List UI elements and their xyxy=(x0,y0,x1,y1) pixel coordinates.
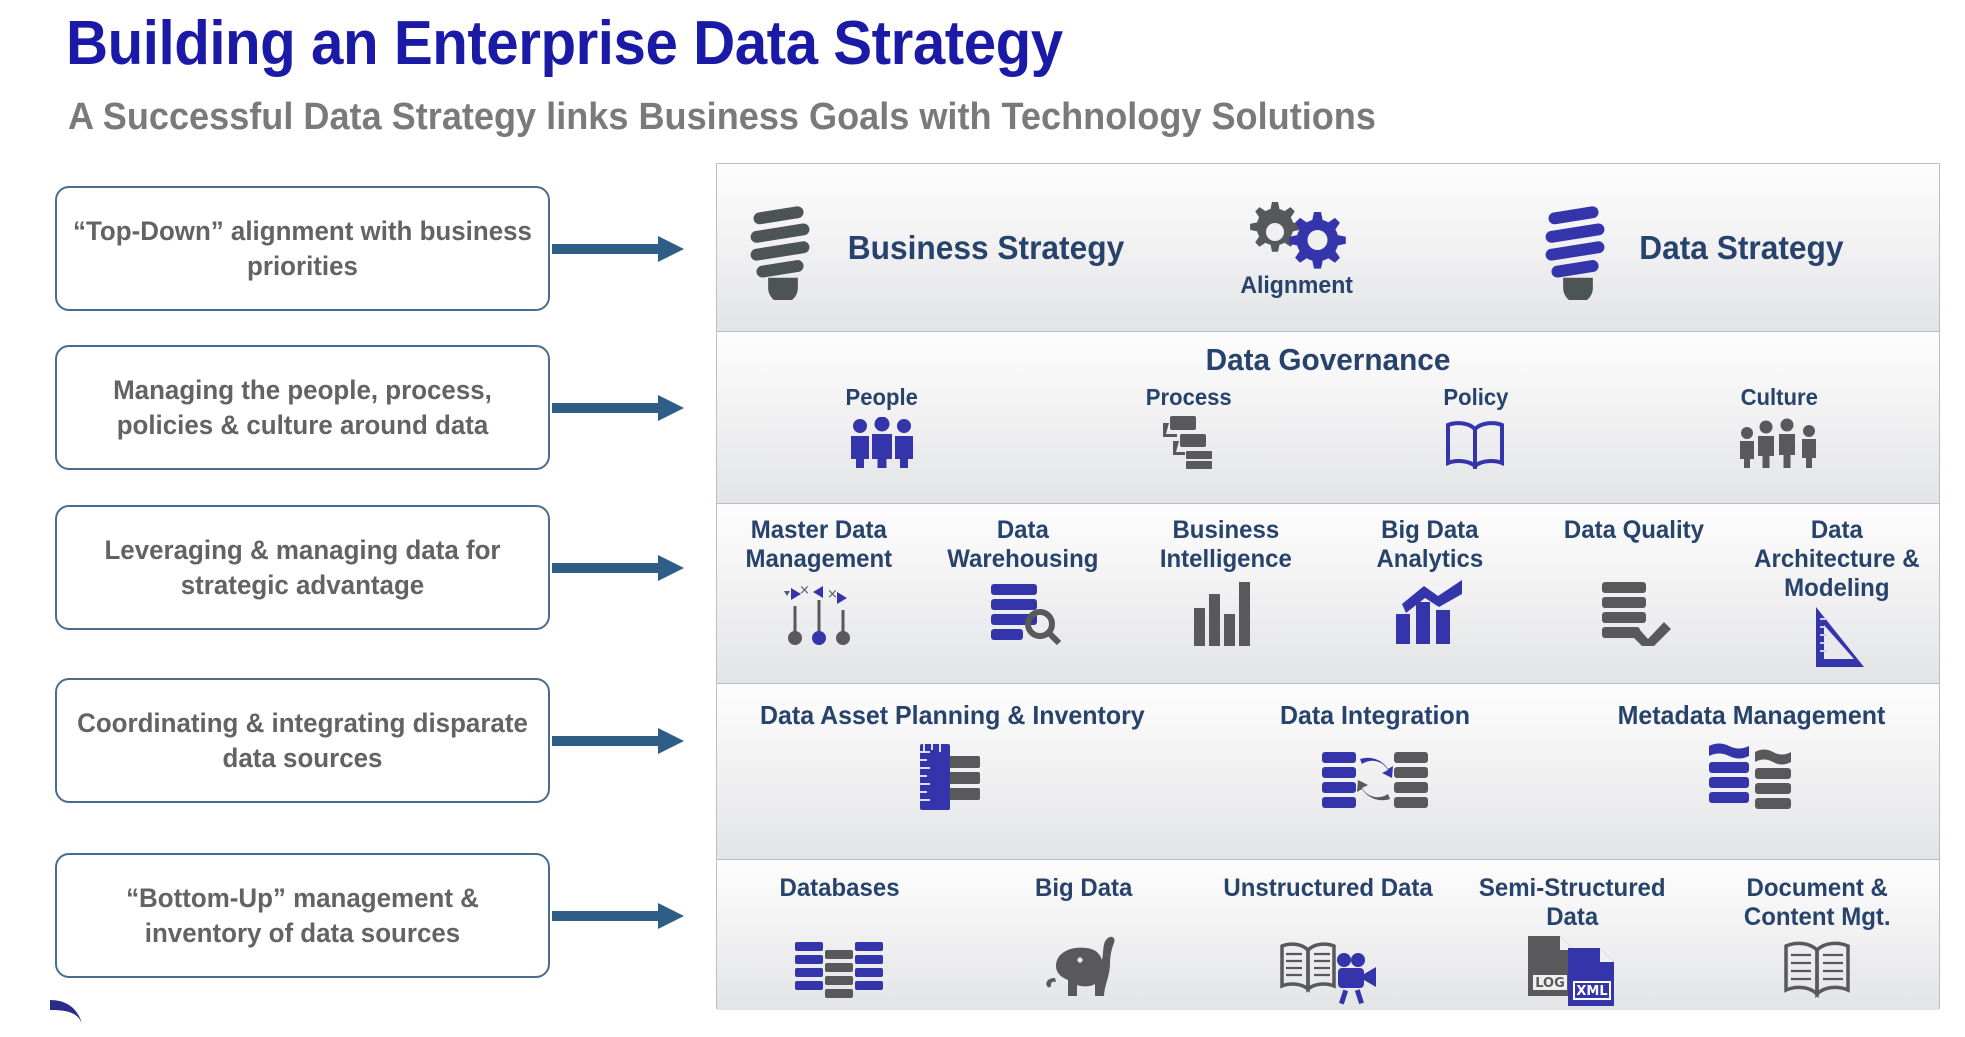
capabilities-band: Master Data Management × × Data Warehous… xyxy=(717,504,1939,684)
data-strategy-label: Data Strategy xyxy=(1638,228,1844,266)
book-video-icon xyxy=(1276,932,1380,1006)
sources-band: Databases Big Data Unstructured Data Sem… xyxy=(717,860,1939,1010)
open-book-icon xyxy=(1442,417,1508,469)
database-wave-icon xyxy=(1705,740,1797,812)
corner-logo-mark xyxy=(48,998,94,1037)
callout-box-top-down[interactable]: “Top-Down” alignment with business prior… xyxy=(55,186,550,311)
integration-label: Data Asset Planning & Inventory xyxy=(759,700,1145,730)
callout-box-governance[interactable]: Managing the people, process, policies &… xyxy=(55,345,550,470)
business-strategy-label: Business Strategy xyxy=(847,228,1125,266)
governance-label: Process xyxy=(1146,384,1233,410)
flowchart-icon xyxy=(1156,415,1222,469)
capability-label: Big Data Analytics xyxy=(1376,516,1484,573)
callout-label: “Bottom-Up” management & inventory of da… xyxy=(126,882,479,948)
callout-label: Leveraging & managing data for strategic… xyxy=(104,534,501,600)
capability-item-big-data-analytics[interactable]: Big Data Analytics xyxy=(1328,516,1532,683)
governance-band: Data Governance People Process Policy Cu… xyxy=(717,332,1939,504)
ruler-database-icon xyxy=(912,740,992,812)
capabilities-items-row: Master Data Management × × Data Warehous… xyxy=(717,504,1939,683)
integration-label: Data Integration xyxy=(1279,700,1470,730)
database-search-icon xyxy=(983,580,1063,646)
source-label: Databases xyxy=(779,874,900,902)
people-culture-icon xyxy=(1737,417,1821,469)
capability-item-data-architecture-modeling[interactable]: Data Architecture & Modeling xyxy=(1735,516,1939,683)
governance-item-process[interactable]: Process xyxy=(1046,384,1332,469)
governance-items-row: People Process Policy Culture xyxy=(717,384,1939,469)
governance-item-people[interactable]: People xyxy=(717,384,1046,469)
arrow-coordinating xyxy=(552,728,684,754)
capability-item-master-data-management[interactable]: Master Data Management × × xyxy=(717,516,921,683)
callout-label: Coordinating & integrating disparate dat… xyxy=(77,707,528,773)
network-nodes-icon: × × xyxy=(779,580,859,646)
slide-canvas: Building an Enterprise Data Strategy A S… xyxy=(0,0,1965,1024)
xml-badge-text: XML xyxy=(1577,984,1608,999)
capability-label: Business Intelligence xyxy=(1160,516,1293,573)
ruler-triangle-icon xyxy=(1802,605,1872,671)
callout-box-leveraging[interactable]: Leveraging & managing data for strategic… xyxy=(55,505,550,630)
source-label: Unstructured Data xyxy=(1223,874,1433,902)
page-subtitle: A Successful Data Strategy links Busines… xyxy=(68,96,1376,138)
governance-item-culture[interactable]: Culture xyxy=(1618,384,1939,469)
arrow-leveraging xyxy=(552,555,684,581)
svg-text:×: × xyxy=(799,583,810,598)
arrow-top-down xyxy=(552,236,684,262)
arrow-bottom-up xyxy=(552,903,684,929)
governance-item-policy[interactable]: Policy xyxy=(1332,384,1618,469)
integration-items-row: Data Asset Planning & Inventory Data Int… xyxy=(717,684,1939,859)
database-stack-icon xyxy=(793,932,885,1006)
svg-text:×: × xyxy=(827,587,838,602)
business-strategy-item[interactable]: Business Strategy xyxy=(727,196,1147,300)
capability-label: Data Quality xyxy=(1563,516,1704,544)
source-label: Big Data xyxy=(1034,874,1133,902)
capability-label: Master Data Management xyxy=(745,516,893,573)
alignment-item[interactable]: Alignment xyxy=(1147,196,1447,300)
gears-icon xyxy=(1238,196,1356,270)
lightbulb-blue-icon xyxy=(1539,196,1617,300)
integration-item-data-integration[interactable]: Data Integration xyxy=(1187,700,1563,859)
trend-chart-icon xyxy=(1392,580,1468,646)
data-strategy-item[interactable]: Data Strategy xyxy=(1447,196,1939,300)
capability-item-data-warehousing[interactable]: Data Warehousing xyxy=(921,516,1125,683)
capability-label: Data Warehousing xyxy=(946,516,1099,573)
source-item-semi-structured-data[interactable]: Semi-Structured Data LOG XML xyxy=(1450,874,1694,1010)
integration-band: Data Asset Planning & Inventory Data Int… xyxy=(717,684,1939,860)
source-label: Semi-Structured Data xyxy=(1479,874,1666,931)
source-item-document-content-mgt[interactable]: Document & Content Mgt. xyxy=(1695,874,1939,1010)
database-sync-icon xyxy=(1322,740,1428,812)
capability-label: Data Architecture & Modeling xyxy=(1754,516,1920,602)
database-check-icon xyxy=(1596,580,1672,646)
callout-box-bottom-up[interactable]: “Bottom-Up” management & inventory of da… xyxy=(55,853,550,978)
capability-item-business-intelligence[interactable]: Business Intelligence xyxy=(1124,516,1328,683)
log-badge-text: LOG xyxy=(1536,976,1566,991)
elephant-icon xyxy=(1038,932,1130,1006)
lightbulb-gray-icon xyxy=(744,196,822,300)
callout-label: “Top-Down” alignment with business prior… xyxy=(73,215,532,281)
governance-label: Culture xyxy=(1740,384,1818,410)
source-item-big-data[interactable]: Big Data xyxy=(961,874,1205,1010)
governance-title: Data Governance xyxy=(1205,342,1451,377)
governance-label: People xyxy=(845,384,918,410)
alignment-label: Alignment xyxy=(1240,271,1354,299)
log-xml-files-icon: LOG XML xyxy=(1520,932,1624,1006)
open-book-gray-icon xyxy=(1778,932,1856,1006)
sources-items-row: Databases Big Data Unstructured Data Sem… xyxy=(717,860,1939,1010)
source-item-databases[interactable]: Databases xyxy=(717,874,961,1010)
strategy-band: Business Strategy Alignment Data Strateg… xyxy=(717,164,1939,332)
source-label: Document & Content Mgt. xyxy=(1743,874,1891,931)
bar-chart-icon xyxy=(1190,580,1262,646)
governance-label: Policy xyxy=(1442,384,1508,410)
arrow-governance xyxy=(552,395,684,421)
people-group-icon xyxy=(845,416,919,469)
callout-box-coordinating[interactable]: Coordinating & integrating disparate dat… xyxy=(55,678,550,803)
page-title: Building an Enterprise Data Strategy xyxy=(66,9,1063,78)
integration-item-metadata-management[interactable]: Metadata Management xyxy=(1563,700,1939,859)
callout-label: Managing the people, process, policies &… xyxy=(113,374,492,440)
source-item-unstructured-data[interactable]: Unstructured Data xyxy=(1206,874,1450,1010)
data-strategy-framework-panel: Business Strategy Alignment Data Strateg… xyxy=(716,163,1940,1010)
capability-item-data-quality[interactable]: Data Quality xyxy=(1532,516,1736,683)
integration-item-data-asset-planning[interactable]: Data Asset Planning & Inventory xyxy=(717,700,1187,859)
integration-label: Metadata Management xyxy=(1617,700,1885,730)
